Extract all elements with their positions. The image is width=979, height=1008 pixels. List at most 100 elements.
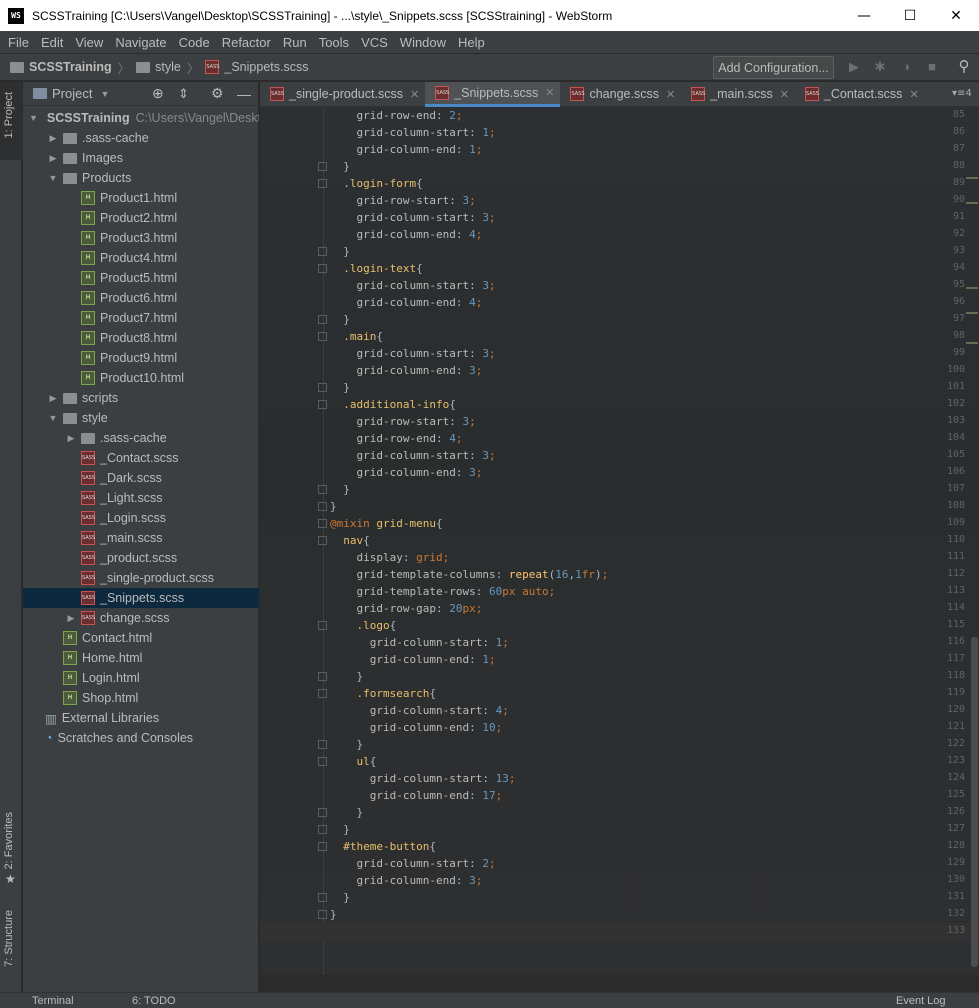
error-stripe-marker[interactable]: [966, 312, 978, 314]
tree-item[interactable]: SASS _single-product.scss: [23, 568, 259, 588]
menu-vcs[interactable]: VCS: [357, 35, 392, 50]
fold-marker-icon[interactable]: [318, 264, 327, 273]
fold-marker-icon[interactable]: [318, 485, 327, 494]
chevron-right-icon[interactable]: ▶: [47, 133, 59, 144]
close-tab-icon[interactable]: ✕: [780, 88, 789, 101]
close-window-button[interactable]: ✕: [933, 0, 979, 31]
error-stripe-marker[interactable]: [966, 202, 978, 204]
tab--single-product-scss[interactable]: SASS _single-product.scss ✕: [260, 82, 425, 107]
tree-item[interactable]: H Product7.html: [23, 308, 259, 328]
chevron-down-icon[interactable]: ▼: [100, 89, 109, 99]
breadcrumb-project[interactable]: SCSSTraining: [10, 60, 112, 74]
tree-item[interactable]: H Product5.html: [23, 268, 259, 288]
tree-item[interactable]: H Product4.html: [23, 248, 259, 268]
tree-item[interactable]: H Product6.html: [23, 288, 259, 308]
add-configuration-button[interactable]: Add Configuration...: [713, 56, 834, 79]
fold-marker-icon[interactable]: [318, 332, 327, 341]
fold-marker-icon[interactable]: [318, 315, 327, 324]
structure-tool-tab[interactable]: 7: Structure: [3, 910, 15, 967]
coverage-icon[interactable]: ◑: [899, 60, 913, 74]
tree-item[interactable]: SASS _Snippets.scss: [23, 588, 259, 608]
menu-run[interactable]: Run: [279, 35, 311, 50]
minimize-button[interactable]: —: [841, 0, 887, 31]
code-editor[interactable]: 85 grid-row-end: 2; 86 grid-column-start:…: [260, 107, 979, 975]
tree-item[interactable]: H Login.html: [23, 668, 259, 688]
hide-panel-icon[interactable]: —: [237, 86, 251, 102]
tree-item[interactable]: H Contact.html: [23, 628, 259, 648]
fold-marker-icon[interactable]: [318, 825, 327, 834]
error-stripe-marker[interactable]: [966, 177, 978, 179]
error-stripe-marker[interactable]: [966, 342, 978, 344]
menu-window[interactable]: Window: [396, 35, 450, 50]
search-everywhere-icon[interactable]: ⚲: [957, 59, 971, 74]
debug-icon[interactable]: ✱: [873, 60, 887, 74]
fold-marker-icon[interactable]: [318, 383, 327, 392]
error-stripe-marker[interactable]: [966, 287, 978, 289]
fold-marker-icon[interactable]: [318, 400, 327, 409]
fold-marker-icon[interactable]: [318, 893, 327, 902]
tree-item[interactable]: H Product3.html: [23, 228, 259, 248]
tab-change-scss[interactable]: SASS change.scss ✕: [560, 82, 681, 107]
breadcrumb-file[interactable]: SASS _Snippets.scss: [205, 60, 308, 74]
close-tab-icon[interactable]: ✕: [666, 88, 675, 101]
tree-item[interactable]: SASS _Login.scss: [23, 508, 259, 528]
gear-icon[interactable]: ⚙: [211, 85, 224, 102]
tab--contact-scss[interactable]: SASS _Contact.scss ✕: [795, 82, 925, 107]
fold-marker-icon[interactable]: [318, 162, 327, 171]
fold-marker-icon[interactable]: [318, 740, 327, 749]
tree-item[interactable]: ▼ SCSSTraining C:\Users\Vangel\Deskt: [23, 108, 259, 128]
tree-item[interactable]: H Product9.html: [23, 348, 259, 368]
fold-marker-icon[interactable]: [318, 621, 327, 630]
fold-marker-icon[interactable]: [318, 757, 327, 766]
collapse-all-icon[interactable]: ⇕: [178, 86, 189, 102]
tree-item[interactable]: ▥ External Libraries: [23, 708, 259, 728]
stop-icon[interactable]: ■: [925, 60, 939, 74]
menu-view[interactable]: View: [71, 35, 107, 50]
tab--main-scss[interactable]: SASS _main.scss ✕: [681, 82, 795, 107]
tree-item[interactable]: SASS _main.scss: [23, 528, 259, 548]
fold-marker-icon[interactable]: [318, 502, 327, 511]
menu-tools[interactable]: Tools: [315, 35, 353, 50]
tree-item[interactable]: SASS _product.scss: [23, 548, 259, 568]
todo-tool-tab[interactable]: 6: TODO: [132, 995, 176, 1007]
close-tab-icon[interactable]: ✕: [545, 86, 554, 99]
fold-marker-icon[interactable]: [318, 536, 327, 545]
tree-item[interactable]: H Product2.html: [23, 208, 259, 228]
locate-icon[interactable]: ⊕: [152, 85, 164, 102]
chevron-right-icon[interactable]: ▶: [65, 613, 77, 624]
fold-marker-icon[interactable]: [318, 689, 327, 698]
tree-item[interactable]: H Product1.html: [23, 188, 259, 208]
close-tab-icon[interactable]: ✕: [410, 88, 419, 101]
tree-item[interactable]: SASS _Dark.scss: [23, 468, 259, 488]
tree-item[interactable]: ▶ .sass-cache: [23, 128, 259, 148]
fold-marker-icon[interactable]: [318, 910, 327, 919]
tab--snippets-scss[interactable]: SASS _Snippets.scss ✕: [425, 81, 561, 107]
terminal-tool-tab[interactable]: Terminal: [32, 995, 74, 1007]
tree-item[interactable]: SASS _Contact.scss: [23, 448, 259, 468]
tree-item[interactable]: ◔ Scratches and Consoles: [23, 728, 259, 748]
chevron-right-icon[interactable]: ▶: [47, 153, 59, 164]
tree-item[interactable]: H Product8.html: [23, 328, 259, 348]
fold-marker-icon[interactable]: [318, 247, 327, 256]
project-tool-tab[interactable]: 1: Project: [3, 92, 15, 138]
editor-scrollbar[interactable]: [971, 637, 978, 967]
tree-item[interactable]: ▼ style: [23, 408, 259, 428]
chevron-right-icon[interactable]: ▶: [65, 433, 77, 444]
menu-edit[interactable]: Edit: [37, 35, 67, 50]
run-icon[interactable]: ▶: [847, 60, 861, 74]
breadcrumb-folder[interactable]: style: [136, 60, 181, 74]
project-view-label[interactable]: Project: [52, 86, 92, 101]
chevron-down-icon[interactable]: ▼: [29, 113, 38, 123]
tree-item[interactable]: ▶ Images: [23, 148, 259, 168]
close-tab-icon[interactable]: ✕: [909, 88, 918, 101]
tree-item[interactable]: SASS _Light.scss: [23, 488, 259, 508]
favorites-tool-tab[interactable]: 2: Favorites: [3, 812, 15, 869]
menu-code[interactable]: Code: [175, 35, 214, 50]
chevron-down-icon[interactable]: ▼: [47, 173, 59, 183]
tree-item[interactable]: ▶ .sass-cache: [23, 428, 259, 448]
menu-file[interactable]: File: [4, 35, 33, 50]
tree-item[interactable]: H Home.html: [23, 648, 259, 668]
tree-item[interactable]: H Product10.html: [23, 368, 259, 388]
tree-item[interactable]: H Shop.html: [23, 688, 259, 708]
maximize-button[interactable]: ☐: [887, 0, 933, 31]
